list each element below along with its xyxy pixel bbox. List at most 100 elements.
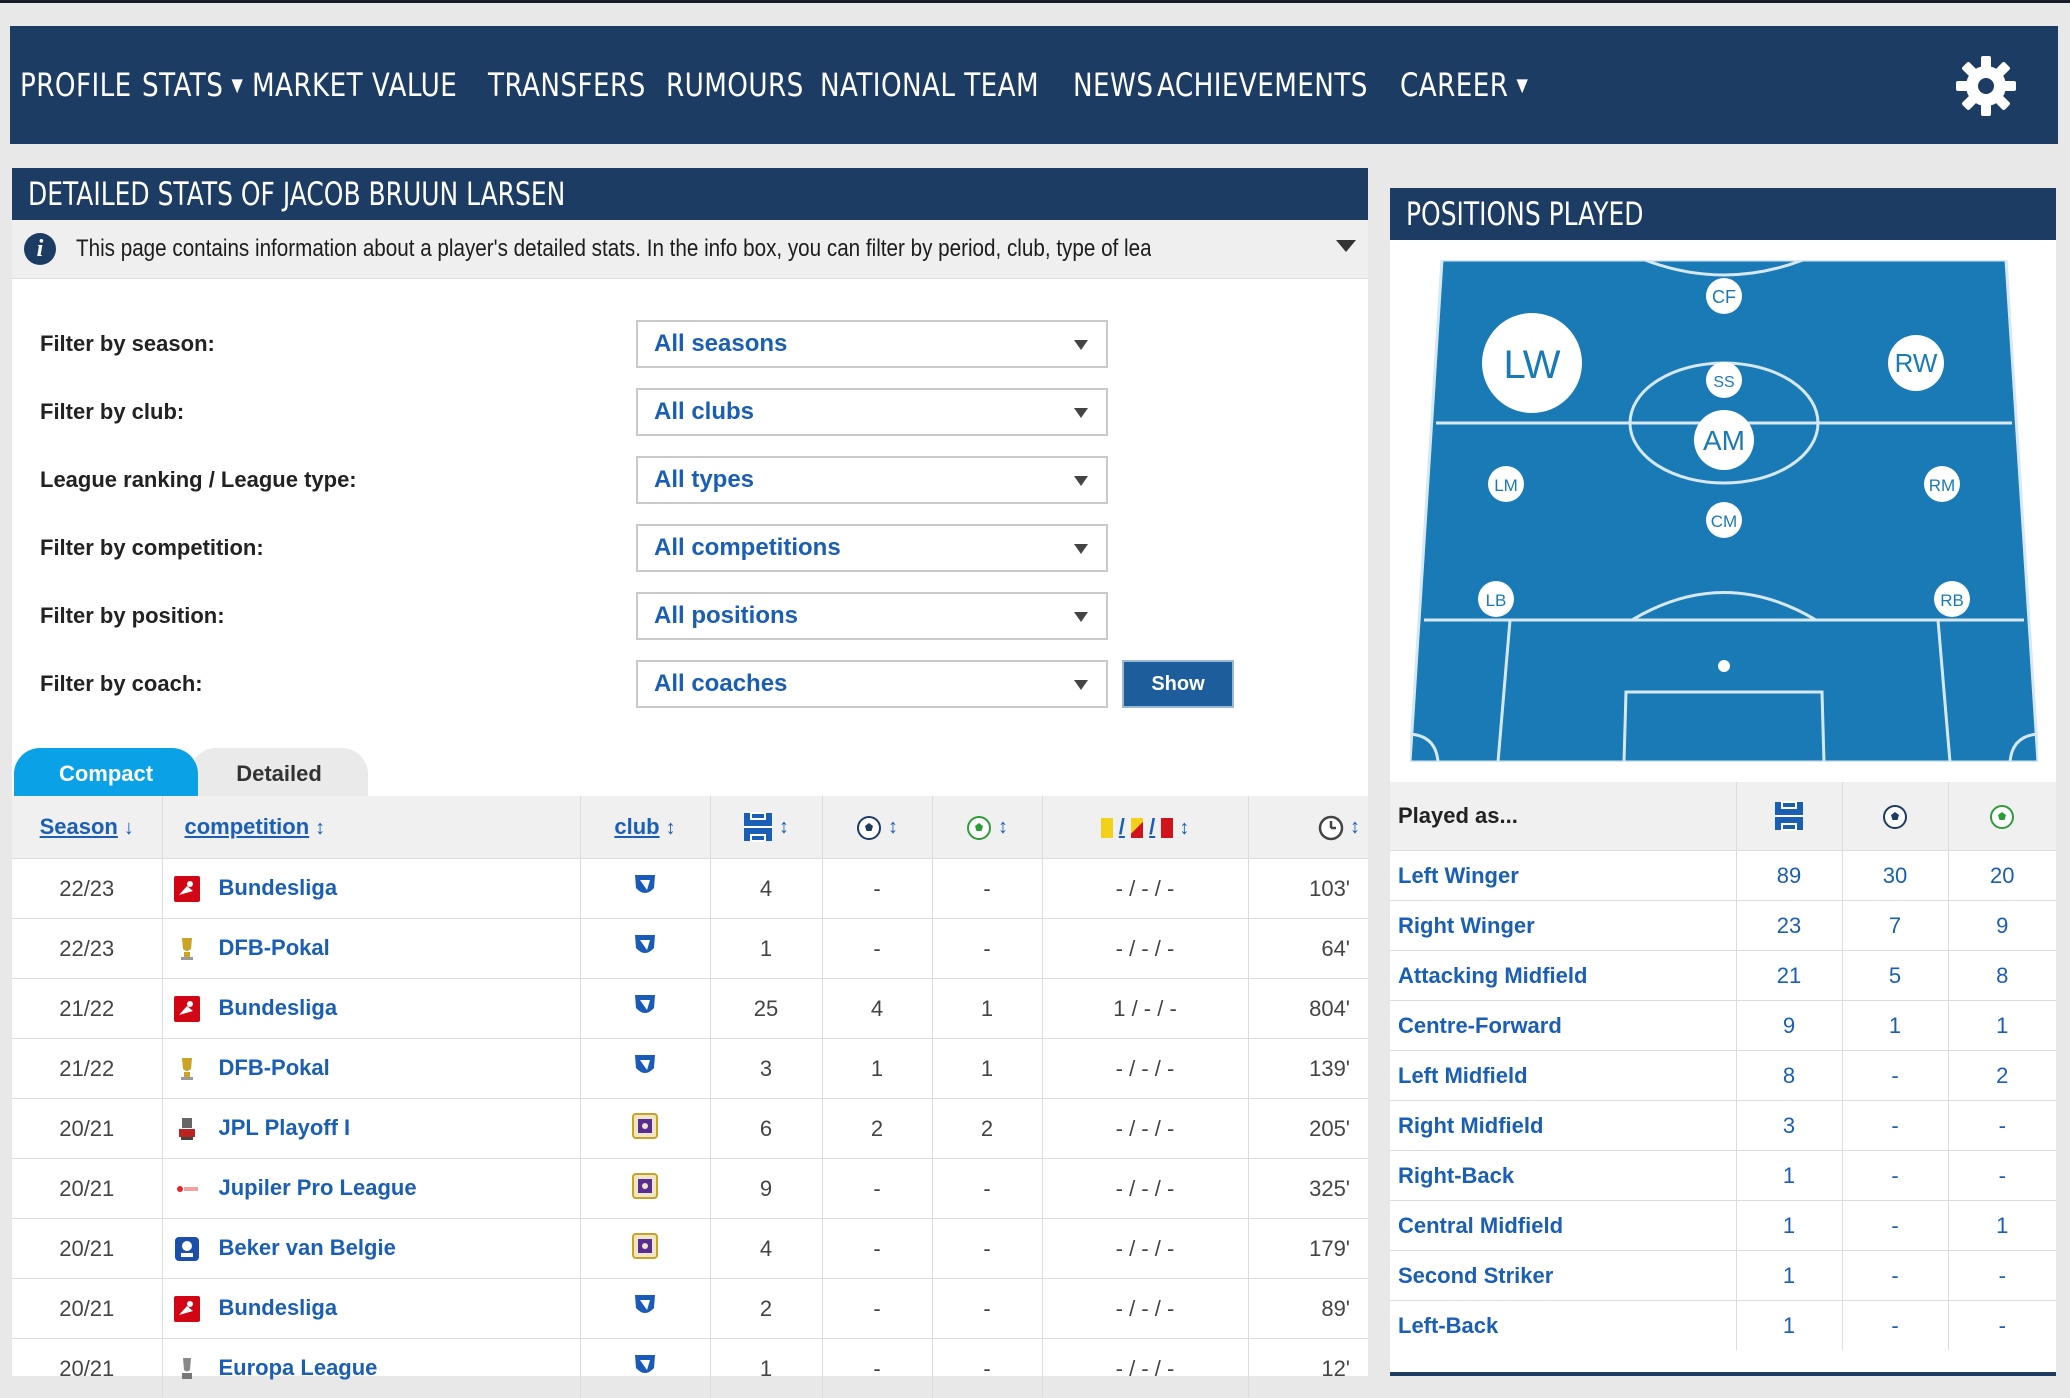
club-select[interactable]: All clubs [636,388,1108,436]
hoffenheim-crest-icon[interactable] [632,992,658,1020]
competition-link[interactable]: Bundesliga [219,996,338,1021]
appearances-cell[interactable]: 2 [710,1279,822,1339]
appearances-cell[interactable]: 4 [710,1219,822,1279]
pitch-position-lw[interactable]: LW [1482,313,1582,413]
position-link[interactable]: Left Winger [1390,851,1736,901]
position-link[interactable]: Centre-Forward [1390,1001,1736,1051]
hoffenheim-crest-icon[interactable] [632,872,658,900]
competition-link[interactable]: Jupiler Pro League [219,1176,417,1201]
competition-link[interactable]: Beker van Belgie [219,1236,396,1261]
season-column-header[interactable]: Season↓ [12,796,162,859]
minutes-cell: 64' [1248,919,1368,979]
league-type-select[interactable]: All types [636,456,1108,504]
beker-van-belgie-logo-icon[interactable] [173,1235,201,1263]
nav-item-stats[interactable]: STATS▼ [142,66,243,104]
competition-link[interactable]: DFB-Pokal [219,1056,330,1081]
pitch-position-lm[interactable]: LM [1488,466,1524,502]
goals-column-header[interactable]: ↕ [822,796,932,859]
nav-item-transfers[interactable]: TRANSFERS [488,66,646,104]
position-link[interactable]: Central Midfield [1390,1201,1736,1251]
tab-detailed[interactable]: Detailed [190,748,368,800]
tab-compact[interactable]: Compact [14,748,198,800]
info-box[interactable]: i This page contains information about a… [12,220,1368,279]
pitch-position-rm[interactable]: RM [1924,466,1960,502]
dfb-pokal-logo-icon[interactable] [173,1055,201,1083]
appearances-cell[interactable]: 9 [710,1159,822,1219]
competition-column-header[interactable]: competition↕ [162,796,580,859]
assists-cell: 9 [1948,901,2056,951]
appearances-cell[interactable]: 6 [710,1099,822,1159]
position-select[interactable]: All positions [636,592,1108,640]
minutes-cell: 139' [1248,1039,1368,1099]
competition-cell: DFB-Pokal [162,1039,580,1099]
pitch-position-am[interactable]: AM [1694,410,1754,470]
nav-item-career[interactable]: CAREER▼ [1400,66,1528,104]
dfb-pokal-logo-icon[interactable] [173,935,201,963]
competition-link[interactable]: Bundesliga [219,876,338,901]
position-link[interactable]: Right Midfield [1390,1101,1736,1151]
nav-item-news[interactable]: NEWS [1073,66,1153,104]
jupiler-pro-league-logo-icon[interactable] [173,1175,201,1203]
position-link[interactable]: Left-Back [1390,1301,1736,1351]
club-cell [580,1159,710,1219]
assists-cell: - [932,1339,1042,1398]
goals-cell: - [822,1219,932,1279]
dropdown-arrow-icon [1074,680,1088,690]
pitch-position-lb[interactable]: LB [1478,581,1514,617]
position-row: Right Winger2379 [1390,901,2056,951]
anderlecht-crest-icon[interactable] [630,1231,660,1261]
hoffenheim-crest-icon[interactable] [632,1352,658,1380]
anderlecht-crest-icon[interactable] [630,1171,660,1201]
nav-item-profile[interactable]: PROFILE [20,66,132,104]
nav-item-market-value[interactable]: MARKET VALUE [252,66,457,104]
competition-link[interactable]: JPL Playoff I [219,1116,351,1141]
coach-select[interactable]: All coaches [636,660,1108,708]
competition-link[interactable]: Bundesliga [219,1296,338,1321]
position-link[interactable]: Right-Back [1390,1151,1736,1201]
appearances-cell[interactable]: 1 [710,919,822,979]
sort-icon: ↕ [666,817,676,839]
europa-league-logo-icon[interactable] [173,1355,201,1383]
pitch-position-cf[interactable]: CF [1706,278,1742,314]
show-button[interactable]: Show [1122,660,1234,708]
expand-triangle-icon[interactable] [1336,240,1356,252]
club-cell [580,979,710,1039]
hoffenheim-crest-icon[interactable] [632,1052,658,1080]
position-link[interactable]: Left Midfield [1390,1051,1736,1101]
cards-column-header[interactable]: / / ↕ [1042,796,1248,859]
assists-column-header[interactable]: ↕ [932,796,1042,859]
appearances-cell[interactable]: 4 [710,859,822,919]
pitch-position-rb[interactable]: RB [1934,581,1970,617]
bundesliga-logo-icon[interactable] [173,995,201,1023]
minutes-column-header[interactable]: ↕ [1248,796,1368,859]
nav-item-national-team[interactable]: NATIONAL TEAM [820,66,1039,104]
appearances-cell[interactable]: 3 [710,1039,822,1099]
filter-label: Filter by position: [40,603,636,629]
gear-icon[interactable] [1954,54,2018,118]
position-link[interactable]: Second Striker [1390,1251,1736,1301]
jpl-playoff-logo-icon[interactable] [173,1115,201,1143]
appearances-column-header[interactable]: ↕ [710,796,822,859]
assists-cell: 20 [1948,851,2056,901]
competition-select[interactable]: All competitions [636,524,1108,572]
hoffenheim-crest-icon[interactable] [632,932,658,960]
goals-cell: 30 [1842,851,1948,901]
season-select[interactable]: All seasons [636,320,1108,368]
bundesliga-logo-icon[interactable] [173,1295,201,1323]
bundesliga-logo-icon[interactable] [173,875,201,903]
position-link[interactable]: Attacking Midfield [1390,951,1736,1001]
competition-link[interactable]: Europa League [219,1356,378,1381]
pitch-position-ss[interactable]: SS [1706,362,1742,398]
anderlecht-crest-icon[interactable] [630,1111,660,1141]
appearances-cell[interactable]: 25 [710,979,822,1039]
club-column-header[interactable]: club↕ [580,796,710,859]
pitch-position-cm[interactable]: CM [1706,502,1742,538]
nav-item-achievements[interactable]: ACHIEVEMENTS [1157,66,1368,104]
pitch-position-rw[interactable]: RW [1888,335,1944,391]
nav-item-rumours[interactable]: RUMOURS [666,66,804,104]
position-link[interactable]: Right Winger [1390,901,1736,951]
appearances-cell[interactable]: 1 [710,1339,822,1398]
competition-link[interactable]: DFB-Pokal [219,936,330,961]
hoffenheim-crest-icon[interactable] [632,1292,658,1320]
assists-cell: - [1948,1251,2056,1301]
